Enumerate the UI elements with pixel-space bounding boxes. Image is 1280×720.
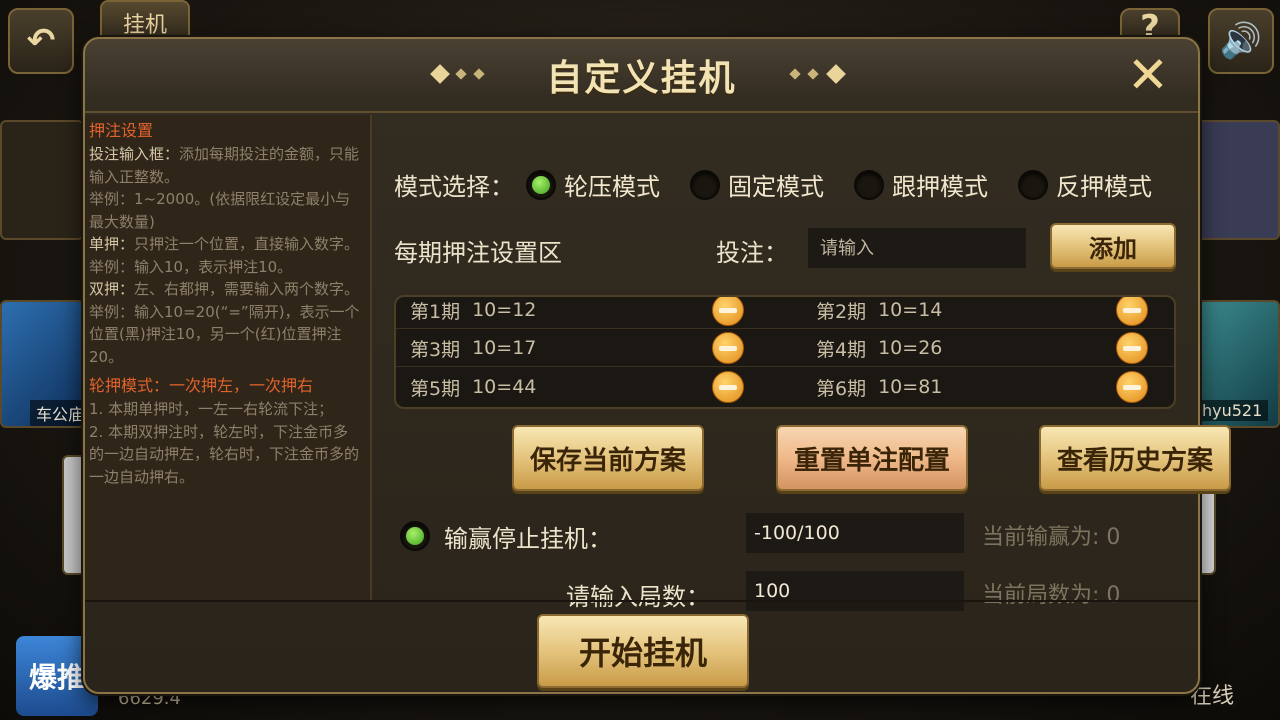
diamond-ornament-icon [455, 68, 467, 80]
stop-limit-input[interactable] [746, 513, 964, 553]
settings-area: 模式选择： 轮压模式 固定模式 跟押模式 反押模式 每期押注设置区 投注： 添加… [374, 115, 1231, 611]
period-value: 10=44 [472, 376, 537, 398]
save-plan-button[interactable]: 保存当前方案 [512, 425, 704, 491]
radio-icon[interactable] [1018, 169, 1048, 200]
period-value: 10=17 [472, 337, 537, 359]
help-mode-title: 轮押模式：一次押左，一次押右 [89, 376, 314, 395]
help-mode-line: 1. 本期单押时，一左一右轮流下注； [89, 400, 334, 418]
help-key: 投注输入框： [89, 145, 180, 163]
period-item: 第3期 10=17 [410, 329, 536, 367]
diamond-ornament-icon [430, 64, 450, 84]
radio-icon[interactable] [690, 169, 720, 200]
close-icon[interactable]: ✕ [1124, 50, 1172, 100]
help-text: 只押注一个位置，直接输入数字。 [134, 235, 360, 253]
history-plan-button[interactable]: 查看历史方案 [1039, 425, 1231, 491]
period-value: 10=12 [472, 299, 537, 321]
help-mode-lines: 1. 本期单押时，一左一右轮流下注； 2. 本期双押注时，轮左时，下注金币多的一边… [89, 398, 362, 488]
help-line: 投注输入框：添加每期投注的金额，只能输入正整数。 [89, 143, 362, 188]
help-text: 举例：1~2000。(依据限红设定最小与最大数量) [89, 190, 351, 231]
mode-option-label: 跟押模式 [892, 173, 988, 201]
period-list[interactable]: 第1期 10=12 第2期 10=14 第3期 10=17 第4期 10=26 第5期 10=44… [394, 295, 1176, 409]
help-section-title: 押注设置 [89, 121, 154, 140]
help-text: 左、右都押，需要输入两个数字。 [134, 280, 360, 298]
radio-icon[interactable] [526, 169, 556, 200]
mode-option-fixed[interactable]: 固定模式 [690, 167, 824, 202]
radio-icon[interactable] [854, 169, 884, 200]
help-panel: 押注设置 投注输入框：添加每期投注的金额，只能输入正整数。 举例：1~2000。(… [85, 115, 372, 600]
period-item: 第1期 10=12 [410, 297, 537, 329]
period-label: 第3期 [410, 338, 461, 361]
stop-toggle-radio-icon[interactable] [400, 521, 430, 551]
bet-label: 投注： [716, 239, 788, 267]
period-label: 第4期 [816, 338, 867, 361]
period-row: 第3期 10=17 第4期 10=26 [396, 329, 1174, 367]
remove-period-icon[interactable] [1116, 332, 1148, 364]
period-label: 第5期 [410, 377, 461, 400]
help-mode-line: 2. 本期双押注时，轮左时，下注金币多的一边自动押左，轮右时，下注金币多的一边自… [89, 422, 360, 486]
reset-config-button[interactable]: 重置单注配置 [776, 425, 968, 491]
help-line: 举例：输入10=20(“=”隔开)，表示一个位置(黑)押注10，另一个(红)位置… [89, 301, 362, 369]
background-player-card [1196, 120, 1280, 240]
diamond-ornament-icon [789, 68, 801, 80]
remove-period-icon[interactable] [712, 371, 744, 403]
remove-period-icon[interactable] [712, 332, 744, 364]
mode-option-reverse[interactable]: 反押模式 [1018, 167, 1152, 202]
help-line: 举例：1~2000。(依据限红设定最小与最大数量) [89, 188, 362, 233]
back-arrow-icon[interactable]: ↶ [8, 8, 74, 74]
diamond-ornament-icon [473, 68, 485, 80]
mode-option-rotate[interactable]: 轮压模式 [526, 167, 660, 202]
period-label: 第6期 [816, 377, 867, 400]
bet-zone-label: 每期押注设置区 [394, 239, 562, 267]
diamond-ornament-icon [807, 68, 819, 80]
period-label: 第2期 [816, 300, 867, 323]
background-player-name: hyu521 [1196, 400, 1269, 421]
start-autoplay-button[interactable]: 开始挂机 [537, 614, 749, 688]
help-line: 单押：只押注一个位置，直接输入数字。 [89, 233, 362, 256]
mode-option-label: 反押模式 [1056, 173, 1152, 201]
stop-label: 输赢停止挂机： [444, 525, 612, 553]
custom-autoplay-dialog: 自定义挂机 ✕ 押注设置 投注输入框：添加每期投注的金额，只能输入正整数。 举例：… [83, 37, 1231, 694]
period-value: 10=81 [878, 376, 943, 398]
mode-selector: 模式选择： 轮压模式 固定模式 跟押模式 反押模式 [394, 167, 1152, 202]
remove-period-icon[interactable] [1116, 297, 1148, 326]
period-row: 第5期 10=44 第6期 10=81 [396, 368, 1174, 406]
period-label: 第1期 [410, 300, 461, 323]
period-value: 10=26 [878, 337, 943, 359]
period-item: 第6期 10=81 [816, 368, 942, 406]
add-button[interactable]: 添加 [1050, 223, 1176, 269]
mode-option-follow[interactable]: 跟押模式 [854, 167, 988, 202]
help-text: 举例：输入10，表示押注10。 [89, 257, 293, 276]
help-text: 举例：输入10=20(“=”隔开)，表示一个位置(黑)押注10，另一个(红)位置… [89, 302, 360, 366]
period-item: 第5期 10=44 [410, 368, 536, 406]
background-player-name: 车公庙 [30, 400, 91, 426]
period-row: 第1期 10=12 第2期 10=14 [396, 297, 1174, 329]
diamond-ornament-icon [826, 64, 846, 84]
help-key: 单押： [89, 235, 135, 253]
dialog-footer: 开始挂机 [85, 600, 1198, 694]
help-line: 举例：输入10，表示押注10。 [89, 256, 362, 279]
remove-period-icon[interactable] [712, 297, 744, 326]
period-item: 第4期 10=26 [816, 329, 942, 367]
mode-option-label: 固定模式 [728, 173, 824, 201]
background-player-card [0, 120, 84, 240]
period-item: 第2期 10=14 [816, 297, 943, 329]
period-value: 10=14 [878, 299, 943, 321]
dialog-title: 自定义挂机 [546, 58, 737, 99]
remove-period-icon[interactable] [1116, 371, 1148, 403]
current-winloss-status: 当前输赢为: 0 [982, 525, 1121, 550]
help-lines: 投注输入框：添加每期投注的金额，只能输入正整数。 举例：1~2000。(依据限红设… [89, 143, 362, 368]
help-line: 双押：左、右都押，需要输入两个数字。 [89, 278, 362, 301]
mode-label: 模式选择： [394, 173, 514, 201]
sound-icon[interactable]: 🔊 [1208, 8, 1274, 74]
dialog-title-bar: 自定义挂机 ✕ [85, 39, 1198, 113]
help-key: 双押： [89, 280, 135, 298]
mode-option-label: 轮压模式 [564, 173, 660, 201]
bet-input[interactable] [808, 228, 1026, 268]
